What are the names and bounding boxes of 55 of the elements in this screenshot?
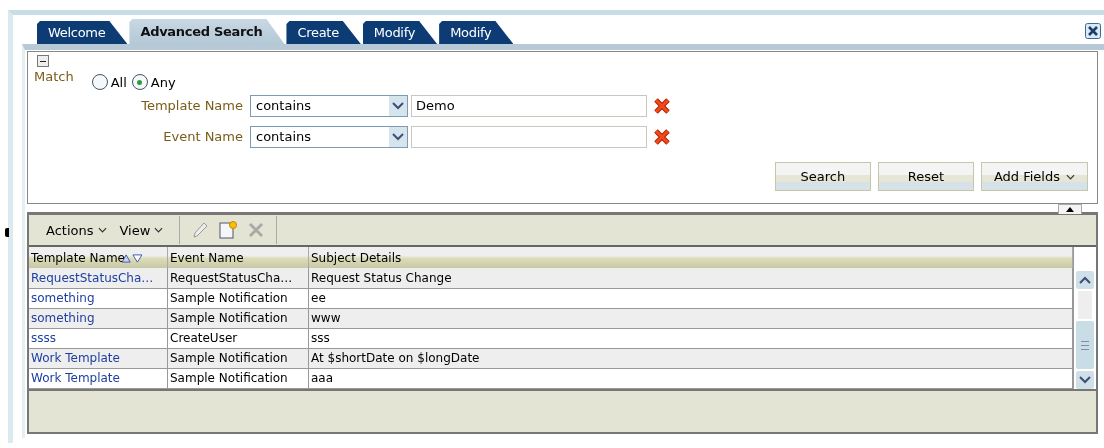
remove-icon[interactable]	[653, 96, 671, 115]
tab[interactable]: Welcome	[37, 21, 128, 44]
table-cell: sss	[308, 328, 1073, 349]
action-button[interactable]: Reset	[877, 162, 974, 191]
column-header[interactable]: Subject Details	[311, 250, 402, 265]
value-input[interactable]	[411, 125, 647, 148]
tab[interactable]: Create	[286, 21, 361, 44]
template-link[interactable]: Work Template	[29, 368, 168, 389]
table-cell: Sample Notification	[167, 348, 309, 369]
table-cell: CreateUser	[167, 328, 309, 349]
close-icon[interactable]	[1085, 23, 1101, 39]
field-label: Event Name	[162, 129, 243, 144]
chevron-down-icon[interactable]	[392, 101, 404, 110]
add-fields-button[interactable]: Add Fields	[980, 162, 1088, 191]
match-label: Match	[34, 69, 74, 84]
table-cell: RequestStatusCha…	[167, 268, 309, 289]
template-link[interactable]: Work Template	[29, 348, 168, 369]
caret-icon	[154, 227, 164, 233]
scroll-thumb[interactable]	[1076, 321, 1094, 369]
table-cell: Sample Notification	[167, 368, 309, 389]
field-label: Template Name	[140, 98, 243, 113]
new-document-icon[interactable]	[218, 220, 239, 240]
radio-button[interactable]	[131, 74, 148, 90]
splitter-handle-icon[interactable]	[5, 228, 9, 237]
collapse-icon[interactable]	[37, 55, 49, 67]
table-cell: aaa	[308, 368, 1073, 389]
scroll-up-icon[interactable]	[1079, 276, 1091, 284]
scroll-down-icon[interactable]	[1079, 376, 1091, 384]
remove-icon[interactable]	[653, 127, 671, 146]
template-link[interactable]: something	[29, 308, 168, 329]
radio-label: All	[110, 74, 127, 90]
tab[interactable]: Modify	[439, 21, 514, 44]
template-link[interactable]: something	[29, 288, 168, 309]
caret-icon	[97, 227, 107, 233]
operator-dropdown[interactable]: contains	[250, 125, 408, 148]
radio-label: Any	[150, 74, 176, 90]
table-cell: ee	[308, 288, 1073, 309]
collapse-pane-icon[interactable]	[1058, 204, 1082, 214]
caret-icon	[1066, 173, 1075, 180]
action-button[interactable]: Search	[774, 162, 871, 191]
template-link[interactable]: ssss	[29, 328, 168, 349]
table-cell: Sample Notification	[167, 308, 309, 329]
tab[interactable]: Modify	[362, 21, 438, 44]
table-cell: Request Status Change	[308, 268, 1073, 289]
operator-dropdown[interactable]: contains	[250, 94, 408, 117]
toolbar-menu[interactable]: Actions	[46, 222, 107, 238]
table-cell: www	[308, 308, 1073, 329]
tab[interactable]: Advanced Search	[129, 19, 285, 44]
value-input[interactable]: Demo	[411, 94, 647, 117]
table-cell: At $shortDate on $longDate	[308, 348, 1073, 369]
toolbar-menu[interactable]: View	[119, 222, 164, 238]
table-cell: Sample Notification	[167, 288, 309, 309]
radio-button[interactable]	[91, 74, 108, 90]
chevron-down-icon[interactable]	[392, 132, 404, 141]
template-link[interactable]: RequestStatusCha…	[29, 268, 168, 289]
